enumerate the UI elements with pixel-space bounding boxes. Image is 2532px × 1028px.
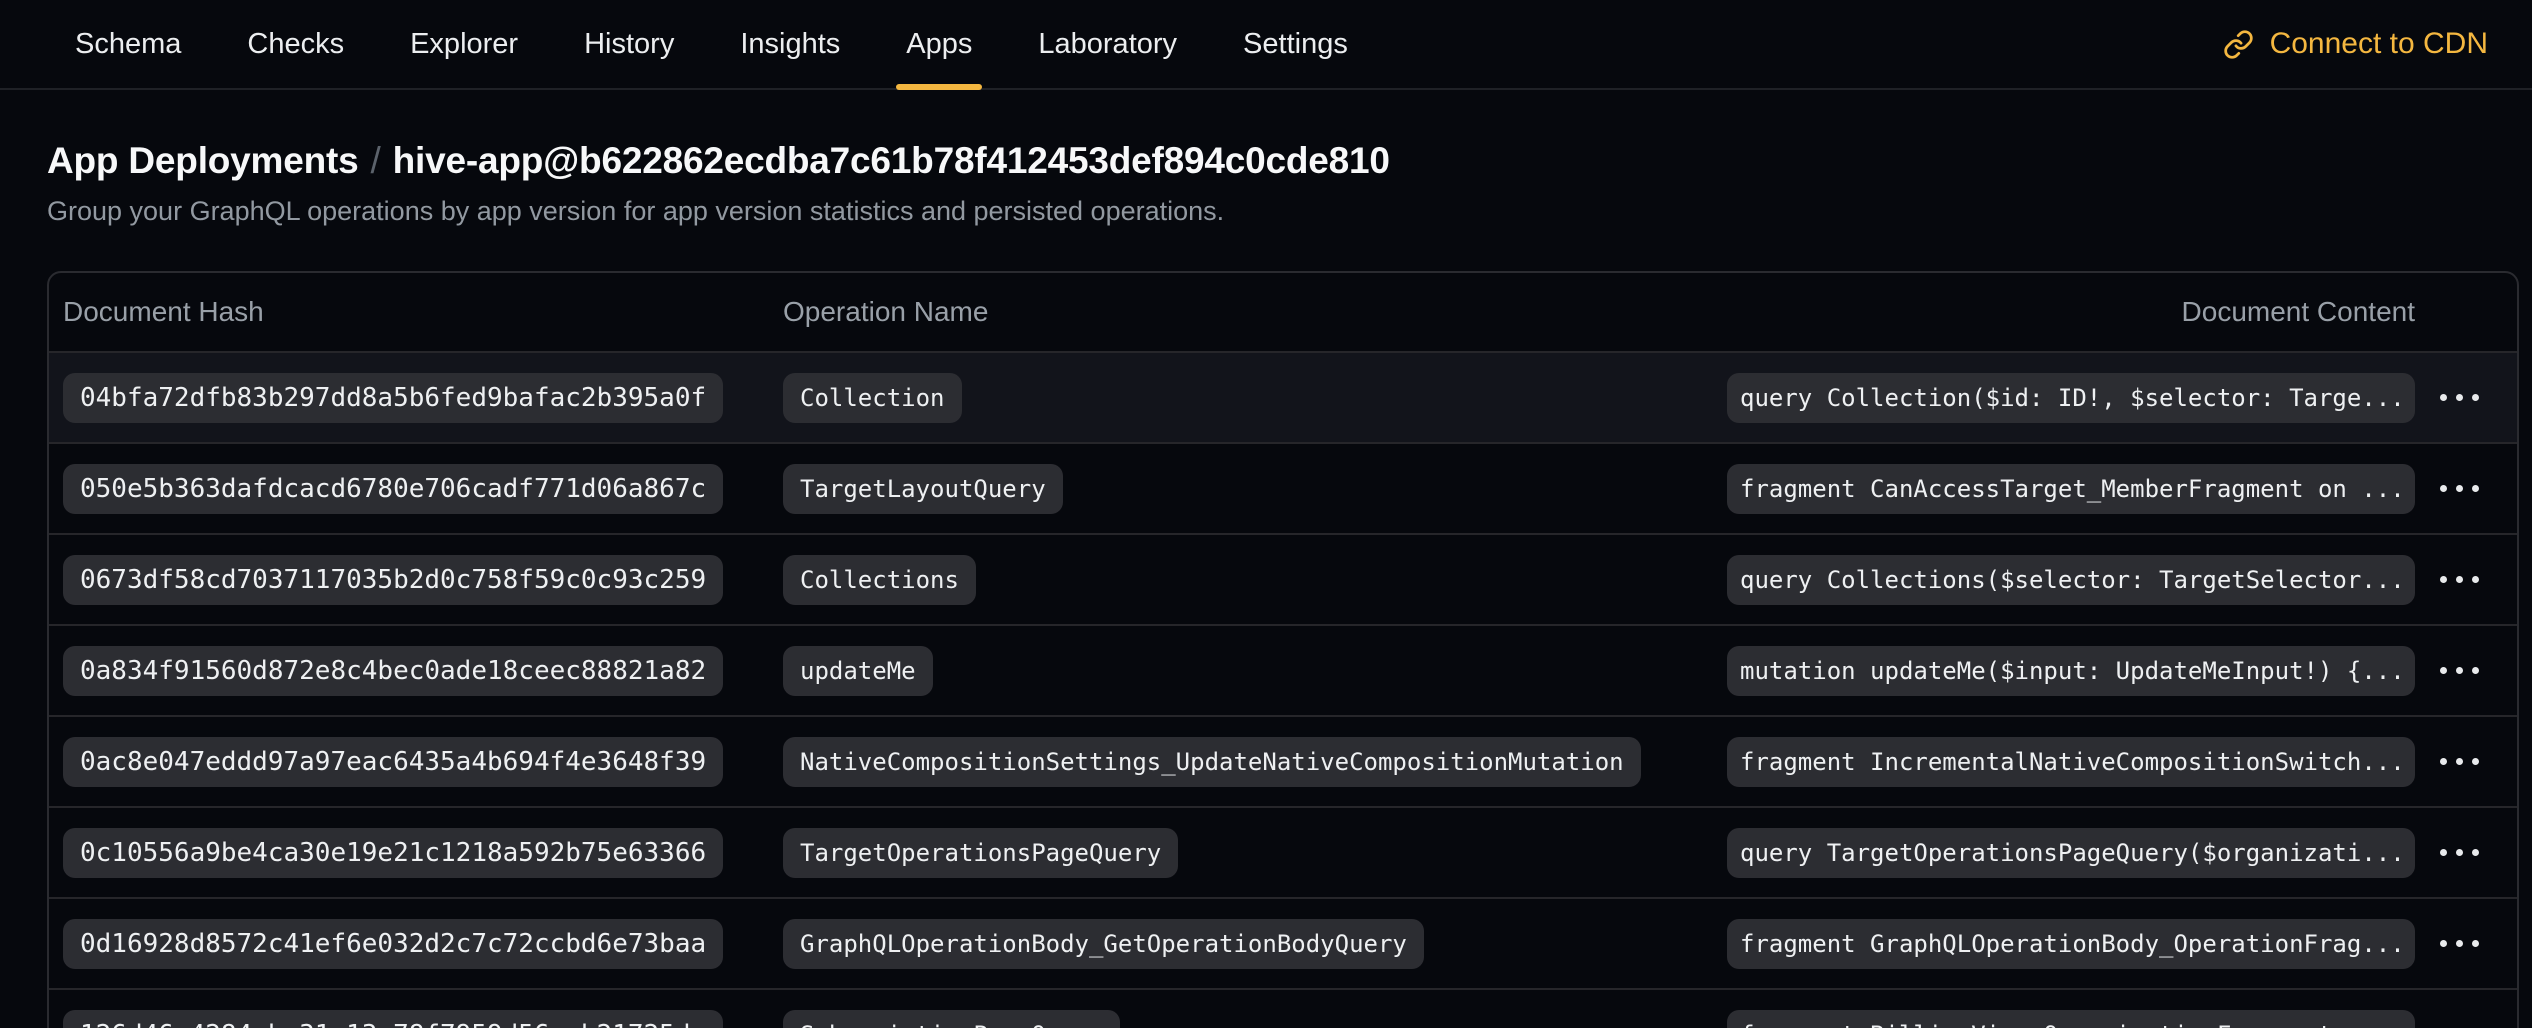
nav-tab-settings[interactable]: Settings [1223,0,1368,88]
column-header-document-hash: Document Hash [63,296,783,328]
document-content-preview: fragment BillingView_OrganizationFragmen… [1727,1010,2415,1028]
connect-to-cdn-label: Connect to CDN [2270,27,2488,61]
page-subtitle: Group your GraphQL operations by app ver… [47,196,2532,227]
table-row[interactable]: 0c10556a9be4ca30e19e21c1218a592b75e63366… [49,806,2517,897]
row-menu-button[interactable] [2430,744,2489,779]
nav-tab-laboratory[interactable]: Laboratory [1018,0,1197,88]
row-menu-button[interactable] [2430,653,2489,688]
nav-tab-history[interactable]: History [564,0,694,88]
document-hash: 050e5b363dafdcacd6780e706cadf771d06a867c [63,464,723,514]
column-header-document-content: Document Content [1727,296,2415,328]
row-menu-button[interactable] [2430,380,2489,415]
row-menu-button[interactable] [2430,471,2489,506]
table-row[interactable]: 0673df58cd7037117035b2d0c758f59c0c93c259… [49,533,2517,624]
table-header-row: Document Hash Operation Name Document Co… [49,273,2517,351]
breadcrumb-separator: / [359,140,393,181]
operation-name: Collection [783,373,962,423]
link-icon [2223,29,2254,60]
operation-name: TargetLayoutQuery [783,464,1063,514]
connect-to-cdn-button[interactable]: Connect to CDN [2223,27,2488,61]
document-hash: 0673df58cd7037117035b2d0c758f59c0c93c259 [63,555,723,605]
operation-name: Collections [783,555,976,605]
document-content-preview: fragment CanAccessTarget_MemberFragment … [1727,464,2415,514]
document-hash: 0d16928d8572c41ef6e032d2c7c72ccbd6e73baa [63,919,723,969]
document-hash: 126d46a4284abe31c13c78f7959d56eeb21725dc [63,1010,723,1028]
operation-name: SubscriptionPageQuery [783,1010,1120,1028]
breadcrumb-app-deployments-link[interactable]: App Deployments [47,140,359,181]
table-row[interactable]: 0d16928d8572c41ef6e032d2c7c72ccbd6e73baa… [49,897,2517,988]
document-hash: 04bfa72dfb83b297dd8a5b6fed9bafac2b395a0f [63,373,723,423]
breadcrumb: App Deployments/hive-app@b622862ecdba7c6… [47,140,2532,182]
document-content-preview: query Collections($selector: TargetSelec… [1727,555,2415,605]
column-header-operation-name: Operation Name [783,296,1727,328]
main-content: App Deployments/hive-app@b622862ecdba7c6… [0,140,2532,1028]
nav-tab-explorer[interactable]: Explorer [390,0,538,88]
nav-tab-insights[interactable]: Insights [720,0,860,88]
document-content-preview: fragment GraphQLOperationBody_OperationF… [1727,919,2415,969]
row-menu-button[interactable] [2430,1017,2489,1028]
nav-tab-checks[interactable]: Checks [227,0,364,88]
document-content-preview: query Collection($id: ID!, $selector: Ta… [1727,373,2415,423]
row-menu-button[interactable] [2430,835,2489,870]
table-row[interactable]: 04bfa72dfb83b297dd8a5b6fed9bafac2b395a0f… [49,351,2517,442]
table-row[interactable]: 0ac8e047eddd97a97eac6435a4b694f4e3648f39… [49,715,2517,806]
operation-name: GraphQLOperationBody_GetOperationBodyQue… [783,919,1424,969]
top-navigation: Schema Checks Explorer History Insights … [0,0,2532,90]
table-row[interactable]: 0a834f91560d872e8c4bec0ade18ceec88821a82… [49,624,2517,715]
nav-tab-apps[interactable]: Apps [886,0,992,88]
table-row[interactable]: 050e5b363dafdcacd6780e706cadf771d06a867c… [49,442,2517,533]
document-hash: 0ac8e047eddd97a97eac6435a4b694f4e3648f39 [63,737,723,787]
app-window: Schema Checks Explorer History Insights … [0,0,2532,1028]
table-row[interactable]: 126d46a4284abe31c13c78f7959d56eeb21725dc… [49,988,2517,1028]
document-hash: 0a834f91560d872e8c4bec0ade18ceec88821a82 [63,646,723,696]
operation-name: NativeCompositionSettings_UpdateNativeCo… [783,737,1641,787]
breadcrumb-current-deployment: hive-app@b622862ecdba7c61b78f412453def89… [393,140,1390,181]
operation-name: TargetOperationsPageQuery [783,828,1178,878]
document-content-preview: query TargetOperationsPageQuery($organiz… [1727,828,2415,878]
row-menu-button[interactable] [2430,562,2489,597]
nav-tabs: Schema Checks Explorer History Insights … [55,0,1368,88]
document-hash: 0c10556a9be4ca30e19e21c1218a592b75e63366 [63,828,723,878]
operation-name: updateMe [783,646,933,696]
row-menu-button[interactable] [2430,926,2489,961]
table-body: 04bfa72dfb83b297dd8a5b6fed9bafac2b395a0f… [49,351,2517,1028]
documents-table: Document Hash Operation Name Document Co… [47,271,2519,1028]
document-content-preview: fragment IncrementalNativeCompositionSwi… [1727,737,2415,787]
document-content-preview: mutation updateMe($input: UpdateMeInput!… [1727,646,2415,696]
nav-tab-schema[interactable]: Schema [55,0,201,88]
